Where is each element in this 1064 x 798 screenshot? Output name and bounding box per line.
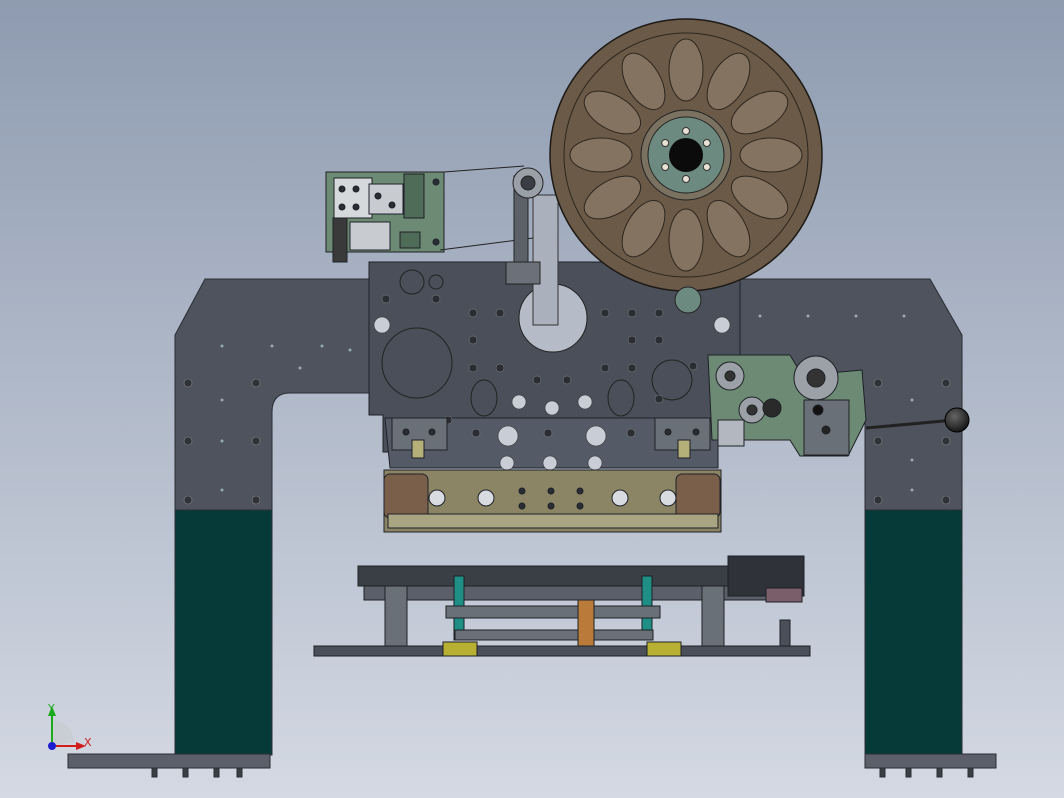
hub-bolt [661, 163, 670, 171]
reel-slot [668, 38, 704, 102]
hub-bolt [702, 139, 711, 147]
pressing-bar [383, 469, 722, 533]
hub-bolt [702, 163, 711, 171]
reel-slot [569, 137, 633, 173]
reel-slot [739, 137, 803, 173]
hub-bolt [661, 139, 670, 147]
reel-spindle [669, 138, 703, 172]
hub-bolt [682, 127, 690, 135]
hub-bolt [682, 175, 690, 183]
cad-assembly-drawing: Y X [0, 0, 1064, 798]
left-leg [174, 509, 273, 756]
right-foot-plate [864, 753, 997, 769]
x-axis-label: X [84, 736, 92, 749]
right-leg [864, 509, 963, 756]
left-foot-plate [67, 753, 271, 769]
reel-slot [668, 208, 704, 272]
y-axis-label: Y [47, 702, 55, 715]
lever-knob-icon [944, 407, 970, 433]
cad-viewport[interactable]: Y X [0, 0, 1064, 798]
